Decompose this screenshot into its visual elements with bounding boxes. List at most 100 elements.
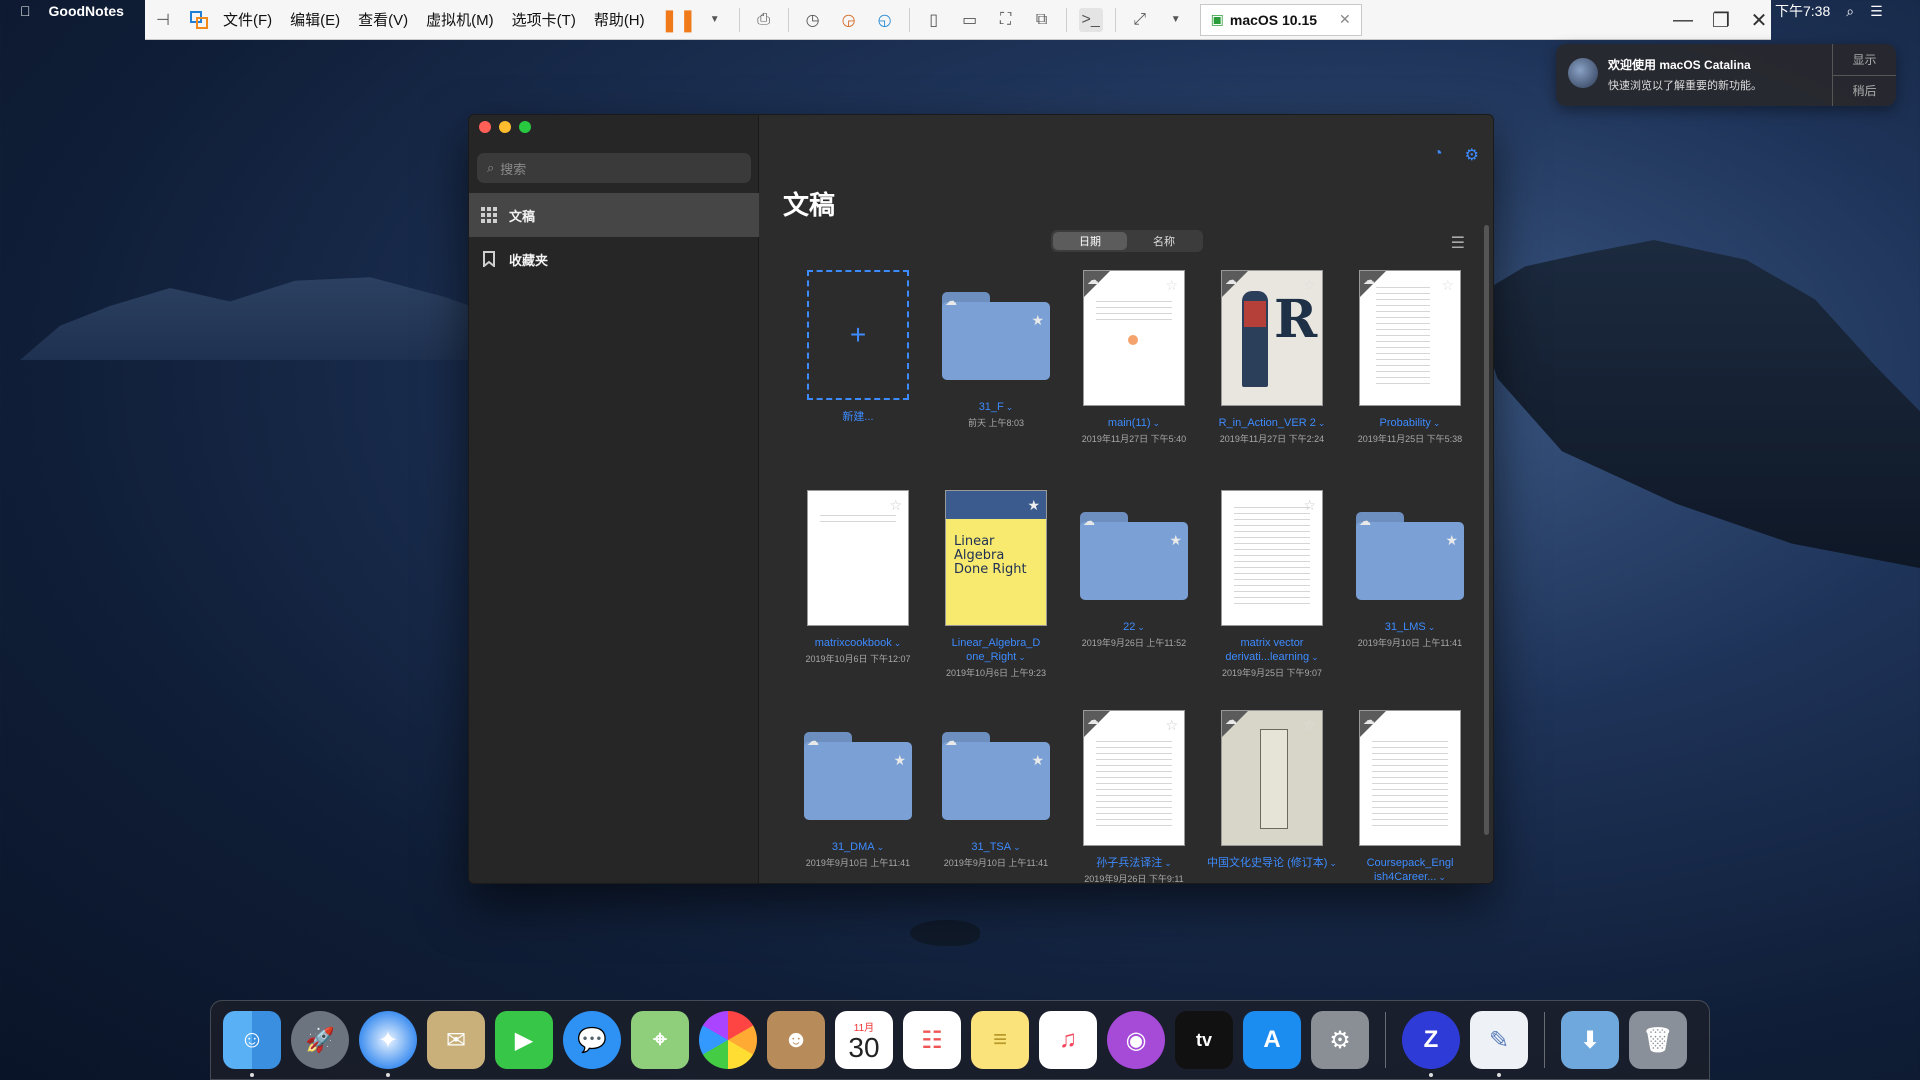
chevron-down-icon[interactable]: ▼ (703, 8, 727, 32)
chevron-down-icon[interactable]: ⌄ (1438, 872, 1446, 882)
vmware-logo-icon[interactable] (187, 8, 211, 32)
menu-view[interactable]: 查看(V) (358, 9, 408, 30)
chevron-down-icon[interactable]: ⌄ (1153, 418, 1161, 428)
send-keys-icon[interactable]: ⎙ (752, 8, 776, 32)
spotlight-icon[interactable]: ⌕ (1846, 3, 1854, 20)
document-item[interactable]: ☁ ☆ R R_in_Action_VER 2 ⌄ 2019年11月27日 下午2… (1203, 270, 1341, 445)
apple-icon[interactable]:  (20, 3, 31, 19)
menu-help[interactable]: 帮助(H) (594, 9, 645, 30)
minimize-icon[interactable]: — (1671, 8, 1695, 32)
list-view-icon[interactable]: ☰ (1451, 233, 1465, 253)
textedit-icon[interactable]: ✎ (1470, 1011, 1528, 1077)
maps-icon[interactable]: ⌖ (631, 1011, 689, 1069)
star-icon[interactable]: ☆ (1303, 277, 1316, 294)
chevron-down-icon[interactable]: ⌄ (1018, 652, 1026, 662)
photos-icon[interactable] (699, 1011, 757, 1069)
goodnotes-icon[interactable]: Z (1402, 1011, 1460, 1077)
scrollbar[interactable] (1484, 225, 1489, 835)
chevron-down-icon[interactable]: ⌄ (1329, 858, 1337, 868)
chevron-down-icon[interactable]: ⌄ (1311, 652, 1319, 662)
console-icon[interactable]: >_ (1078, 7, 1103, 32)
minimize-window-button[interactable] (499, 121, 511, 133)
document-item[interactable]: ☁ ☆ Probability ⌄ 2019年11月25日 下午5:38 (1341, 270, 1479, 445)
app-store-icon[interactable]: A (1243, 1011, 1301, 1069)
document-item[interactable]: ★ Linear Algebra Done Right Linear_Algebr… (927, 490, 1065, 679)
vm-tab[interactable]: ▣ macOS 10.15 ✕ (1199, 3, 1362, 36)
document-item[interactable]: ☁ ☆ main(11) ⌄ 2019年11月27日 下午5:40 (1065, 270, 1203, 445)
reminders-icon[interactable]: ☷ (903, 1011, 961, 1069)
notification-banner[interactable]: 欢迎使用 macOS Catalina 快速浏览以了解重要的新功能。 显示 稍后 (1556, 44, 1896, 106)
chevron-down-icon[interactable]: ⌄ (1006, 402, 1014, 412)
downloads-folder-icon[interactable]: ⬇ (1561, 1011, 1619, 1069)
folder-item[interactable]: ☁ ★ 31_LMS ⌄ 2019年9月10日 上午11:41 (1341, 490, 1479, 649)
chevron-down-icon[interactable]: ▼ (1164, 8, 1188, 32)
folder-item[interactable]: ☁ ★ 31_TSA ⌄ 2019年9月10日 上午11:41 (927, 710, 1065, 869)
notification-center-icon[interactable]: ☰ (1870, 3, 1883, 20)
calendar-icon[interactable]: 11月 30 (835, 1011, 893, 1069)
restore-icon[interactable]: ❐ (1709, 8, 1733, 32)
snapshot-manager-icon[interactable]: ◵ (873, 8, 897, 32)
folder-item[interactable]: ☁ ★ 22 ⌄ 2019年9月26日 上午11:52 (1065, 490, 1203, 649)
chevron-down-icon[interactable]: ⌄ (1137, 622, 1145, 632)
tv-icon[interactable]: tv (1175, 1011, 1233, 1069)
sort-by-date[interactable]: 日期 (1053, 232, 1127, 250)
folder-item[interactable]: ☁ ★ 31_DMA ⌄ 2019年9月10日 上午11:41 (789, 710, 927, 869)
select-icon[interactable]: ◔ (1433, 145, 1443, 165)
chevron-down-icon[interactable]: ⌄ (1433, 418, 1441, 428)
close-tab-icon[interactable]: ✕ (1339, 11, 1351, 28)
star-icon[interactable]: ★ (1027, 497, 1040, 514)
chevron-down-icon[interactable]: ⌄ (1164, 858, 1172, 868)
settings-icon[interactable]: ⚙ (1465, 145, 1479, 165)
menu-file[interactable]: 文件(F) (223, 9, 272, 30)
sort-by-name[interactable]: 名称 (1127, 232, 1201, 250)
document-item[interactable]: ☆ matrixcookbook ⌄ 2019年10月6日 下午12:07 (789, 490, 927, 665)
chevron-down-icon[interactable]: ⌄ (894, 638, 902, 648)
chevron-down-icon[interactable]: ⌄ (877, 842, 885, 852)
fullscreen-icon[interactable]: ⛶ (994, 8, 1018, 32)
menu-vm[interactable]: 虚拟机(M) (426, 9, 494, 30)
sidebar-toggle-icon[interactable]: ▯ (922, 8, 946, 32)
unity-icon[interactable]: ⧉ (1030, 8, 1054, 32)
revert-snapshot-icon[interactable]: ◶ (837, 8, 861, 32)
document-item[interactable]: ☆ matrix vector derivati...learning ⌄ 201… (1203, 490, 1341, 679)
stretch-icon[interactable]: ⤢ (1128, 8, 1152, 32)
pause-icon[interactable]: ❚❚ (660, 7, 697, 32)
system-preferences-icon[interactable]: ⚙ (1311, 1011, 1369, 1069)
star-icon[interactable]: ★ (893, 752, 906, 769)
safari-icon[interactable]: ✦ (359, 1011, 417, 1077)
trash-icon[interactable]: 🗑 (1629, 1011, 1687, 1069)
chevron-down-icon[interactable]: ⌄ (1013, 842, 1021, 852)
later-button[interactable]: 稍后 (1833, 76, 1896, 107)
clock[interactable]: 下午7:38 (1775, 1, 1830, 21)
star-icon[interactable]: ☆ (1303, 497, 1316, 514)
finder-icon[interactable]: ☺ (223, 1011, 281, 1077)
chevron-down-icon[interactable]: ⌄ (1318, 418, 1326, 428)
music-icon[interactable]: ♫ (1039, 1011, 1097, 1069)
star-icon[interactable]: ★ (1169, 532, 1182, 549)
menu-edit[interactable]: 编辑(E) (290, 9, 340, 30)
close-icon[interactable]: ✕ (1747, 8, 1771, 32)
mail-icon[interactable]: ✉ (427, 1011, 485, 1069)
star-icon[interactable]: ☆ (1165, 717, 1178, 734)
star-icon[interactable]: ★ (1031, 312, 1044, 329)
sidebar-item-documents[interactable]: 文稿 (469, 193, 759, 237)
document-item[interactable]: ☁ ☆ 孙子兵法译注 ⌄ 2019年9月26日 下午9:11 (1065, 710, 1203, 883)
new-document-item[interactable]: + 新建... (789, 270, 927, 424)
podcasts-icon[interactable]: ◉ (1107, 1011, 1165, 1069)
notes-icon[interactable]: ≡ (971, 1011, 1029, 1069)
show-button[interactable]: 显示 (1833, 44, 1896, 76)
close-window-button[interactable] (479, 121, 491, 133)
snapshot-icon[interactable]: ◷ (801, 8, 825, 32)
contacts-icon[interactable]: ☻ (767, 1011, 825, 1069)
star-icon[interactable]: ☆ (1165, 277, 1178, 294)
search-input[interactable]: ⌕ 搜索 (477, 153, 751, 183)
facetime-icon[interactable]: ▶ (495, 1011, 553, 1069)
pin-icon[interactable]: ⊣ (151, 8, 175, 32)
thumbnail-bar-icon[interactable]: ▭ (958, 8, 982, 32)
star-icon[interactable]: ☆ (1441, 277, 1454, 294)
sidebar-item-favorites[interactable]: 收藏夹 (469, 237, 759, 281)
document-item[interactable]: ☁ ☆ 中国文化史导论 (修订本) ⌄ (1203, 710, 1341, 870)
messages-icon[interactable]: 💬 (563, 1011, 621, 1069)
launchpad-icon[interactable]: 🚀 (291, 1011, 349, 1069)
star-icon[interactable]: ☆ (1303, 717, 1316, 734)
